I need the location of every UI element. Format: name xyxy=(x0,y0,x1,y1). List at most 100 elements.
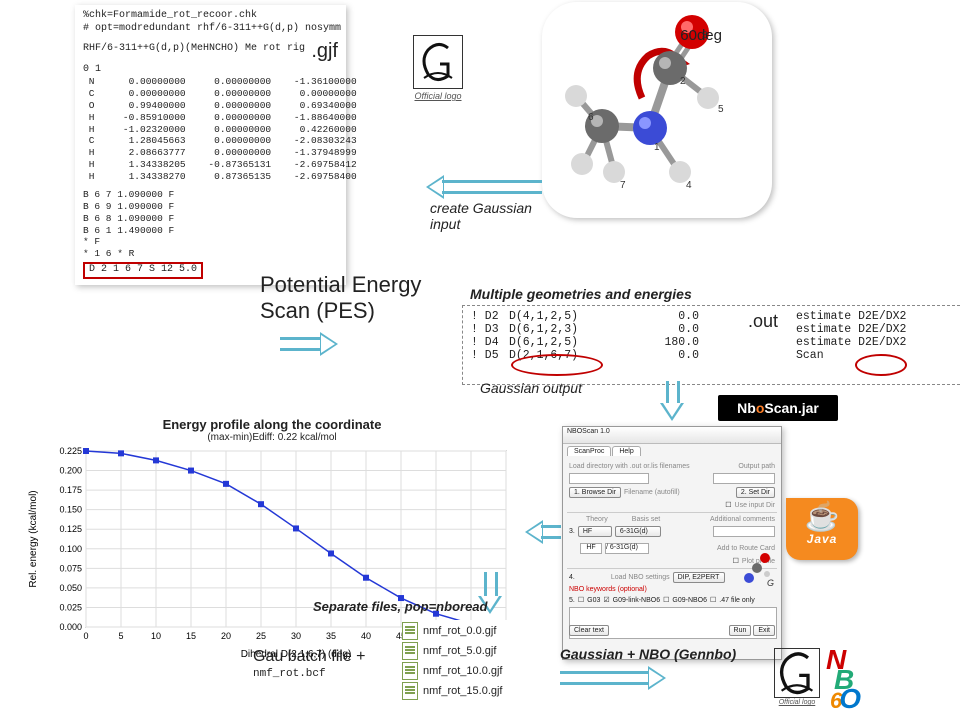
set-dir-button[interactable]: 2. Set Dir xyxy=(736,487,775,498)
svg-text:0.075: 0.075 xyxy=(59,563,82,573)
file-icon xyxy=(402,622,418,640)
gaussian-logo: Official logo xyxy=(408,35,468,101)
svg-text:0.200: 0.200 xyxy=(59,466,82,476)
svg-text:Rel. energy (kcal/mol): Rel. energy (kcal/mol) xyxy=(28,490,39,587)
g09nbo6-checkbox[interactable]: ☐ xyxy=(663,596,669,604)
file-list-item[interactable]: nmf_rot_0.0.gjf xyxy=(402,622,542,640)
gjf-extension: .gjf xyxy=(311,39,338,64)
gau-batch-label: Gau batch file + xyxy=(253,648,366,666)
file-icon xyxy=(402,662,418,680)
tab-help[interactable]: Help xyxy=(612,446,640,456)
molecule-panel: 60deg 2 5 1 4 6 7 3 xyxy=(542,2,772,218)
file-list-item[interactable]: nmf_rot_5.0.gjf xyxy=(402,642,542,660)
nboscan-molecule-icon: G xyxy=(737,552,777,588)
gaussian-g-icon xyxy=(413,35,463,89)
svg-text:0.225: 0.225 xyxy=(59,446,82,456)
highlight-oval-scan xyxy=(855,354,907,376)
create-input-label: create Gaussian input xyxy=(430,200,550,232)
molecule-icon: 2 5 1 4 6 7 3 xyxy=(542,2,772,218)
input-loaddir[interactable] xyxy=(569,473,649,484)
browse-dir-button[interactable]: 1. Browse Dir xyxy=(569,487,621,498)
svg-text:25: 25 xyxy=(256,631,266,641)
gjf-chk-line: %chk=Formamide_rot_recoor.chk xyxy=(83,10,338,23)
file-name: nmf_rot_10.0.gjf xyxy=(423,665,503,677)
svg-text:6: 6 xyxy=(588,112,594,123)
nbo-settings-select[interactable]: DIP, E2PERT xyxy=(673,572,725,583)
svg-text:30: 30 xyxy=(291,631,301,641)
rotation-angle-label: 60deg xyxy=(680,27,722,44)
highlight-oval-d5 xyxy=(511,354,603,376)
gaussian-logo-2: Official logo xyxy=(773,648,821,706)
gjf-atom-block: N 0.00000000 0.00000000 -1.36100000 C 0.… xyxy=(83,76,338,183)
gjf-title-line: RHF/6-311++G(d,p)(MeHNCHO) Me rot rig xyxy=(83,43,338,56)
file-name: nmf_rot_0.0.gjf xyxy=(423,625,496,637)
gaussian-output-panel: .out ! D2D(4,1,2,5)0.0estimate D2E/DX2! … xyxy=(462,305,960,385)
input-outpath[interactable] xyxy=(713,473,775,484)
bcf-filename: nmf_rot.bcf xyxy=(253,668,326,680)
multiple-geom-label: Multiple geometries and energies xyxy=(470,286,692,302)
file-icon xyxy=(402,642,418,660)
clear-button[interactable]: Clear text xyxy=(569,625,609,636)
gjf-scan-line: D 2 1 6 7 S 12 5.0 xyxy=(83,262,203,279)
svg-text:2: 2 xyxy=(680,76,686,87)
svg-text:0.150: 0.150 xyxy=(59,505,82,515)
svg-text:4: 4 xyxy=(686,180,692,191)
chart-title: Energy profile along the coordinate xyxy=(22,417,522,432)
exit-button[interactable]: Exit xyxy=(753,625,775,636)
separate-files-label: Separate files, pop=nboread xyxy=(313,599,487,614)
basis-select[interactable]: 6-31G(d) xyxy=(615,526,661,537)
svg-text:0.125: 0.125 xyxy=(59,524,82,534)
g09link-checkbox[interactable]: ☑ xyxy=(603,596,609,604)
theory2-field[interactable]: HF xyxy=(580,543,602,554)
basis2-field[interactable]: / 6-31G(d) xyxy=(605,543,649,554)
svg-text:40: 40 xyxy=(361,631,371,641)
out-extension: .out xyxy=(748,311,778,332)
gjf-route-line: # opt=modredundant rhf/6-311++G(d,p) nos… xyxy=(83,23,338,36)
svg-text:10: 10 xyxy=(151,631,161,641)
file-list-item[interactable]: nmf_rot_15.0.gjf xyxy=(402,682,542,700)
svg-text:20: 20 xyxy=(221,631,231,641)
nboscan-jar-title: NboScan.jar xyxy=(718,395,838,421)
svg-text:1: 1 xyxy=(654,142,660,153)
svg-text:0: 0 xyxy=(83,631,88,641)
gaussian-nbo-label: Gaussian + NBO (Gennbo) xyxy=(560,646,736,662)
java-logo: ☕ Java xyxy=(786,498,858,560)
svg-text:5: 5 xyxy=(718,104,724,115)
nboscan-window: NBOScan 1.0 ScanProc Help Load directory… xyxy=(562,426,782,660)
47-checkbox[interactable]: ☐ xyxy=(710,596,716,604)
gjf-charge-line: 0 1 xyxy=(83,64,338,77)
nbo6-logo: NB6O xyxy=(826,650,858,709)
window-titlebar: NBOScan 1.0 xyxy=(563,427,781,444)
file-icon xyxy=(402,682,418,700)
tab-scanproc[interactable]: ScanProc xyxy=(567,446,611,456)
label-outpath: Output path xyxy=(738,463,775,470)
pes-title: Potential Energy Scan (PES) xyxy=(260,272,460,324)
svg-text:0.175: 0.175 xyxy=(59,485,82,495)
svg-text:15: 15 xyxy=(186,631,196,641)
use-input-checkbox[interactable]: ☐ xyxy=(725,501,731,509)
file-name: nmf_rot_5.0.gjf xyxy=(423,645,496,657)
nbo-keywords-label: NBO keywords (optional) xyxy=(569,586,647,593)
gjf-bond-block: B 6 7 1.090000 F B 6 9 1.090000 F B 6 8 … xyxy=(83,189,338,260)
run-button[interactable]: Run xyxy=(729,625,752,636)
g03-checkbox[interactable]: ☐ xyxy=(578,596,584,604)
svg-text:35: 35 xyxy=(326,631,336,641)
gjf-input-panel: .gjf %chk=Formamide_rot_recoor.chk # opt… xyxy=(75,5,346,285)
svg-text:0.000: 0.000 xyxy=(59,622,82,632)
output-file-list: nmf_rot_0.0.gjf nmf_rot_5.0.gjf nmf_rot_10… xyxy=(402,620,542,702)
file-list-item[interactable]: nmf_rot_10.0.gjf xyxy=(402,662,542,680)
coffee-steam-icon: ☕ xyxy=(786,502,858,532)
theory-select[interactable]: HF xyxy=(578,526,612,537)
java-label: Java xyxy=(786,532,858,546)
svg-text:0.050: 0.050 xyxy=(59,583,82,593)
file-name: nmf_rot_15.0.gjf xyxy=(423,685,503,697)
svg-text:5: 5 xyxy=(118,631,123,641)
label-loaddir: Load directory with .out or.lis filename… xyxy=(569,463,690,470)
gaussian-logo-caption: Official logo xyxy=(408,91,468,101)
chart-subtitle: (max-min)Ediff: 0.22 kcal/mol xyxy=(22,432,522,443)
svg-text:0.025: 0.025 xyxy=(59,602,82,612)
comments-input[interactable] xyxy=(713,526,775,537)
gaussian-output-label: Gaussian output xyxy=(480,380,582,396)
svg-text:G: G xyxy=(767,578,774,588)
svg-text:0.100: 0.100 xyxy=(59,544,82,554)
